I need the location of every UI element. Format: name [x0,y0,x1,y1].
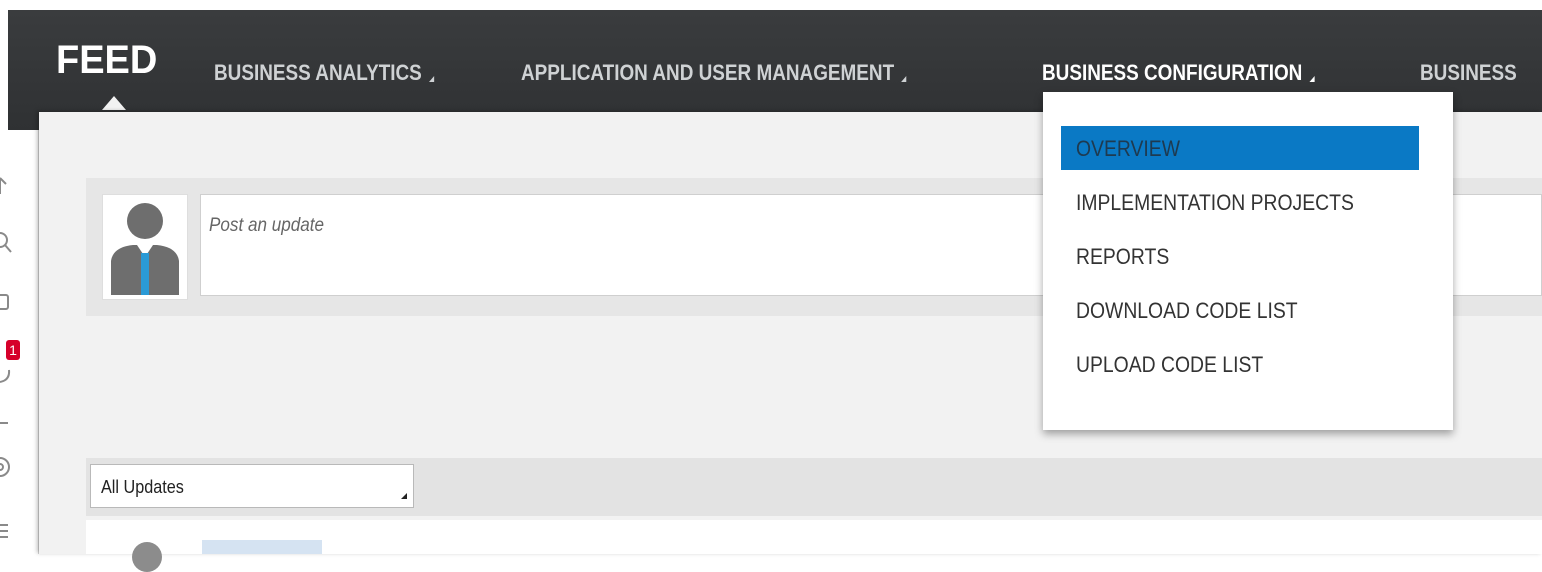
nav-feed[interactable]: FEED [56,38,157,83]
dash-icon [0,412,22,434]
menu-item-label: OVERVIEW [1076,136,1181,161]
nav-application-user-management[interactable]: APPLICATION AND USER MANAGEMENT [521,60,907,86]
feed-item-avatar-icon [132,542,162,572]
nav-business-analytics[interactable]: BUSINESS ANALYTICS [214,60,434,86]
nav-business-configuration[interactable]: BUSINESS CONFIGURATION [1042,60,1315,86]
feed-item-author-link[interactable] [202,540,342,554]
nav-label: APPLICATION AND USER MANAGEMENT [521,60,895,85]
settings-icon[interactable] [0,456,22,478]
notification-badge: 1 [6,340,20,360]
nav-label: BUSINESS CONFIGURATION [1042,60,1303,85]
updates-filter-select[interactable]: All Updates [90,464,414,508]
menu-icon[interactable] [0,520,22,542]
menu-item-download-code-list[interactable]: DOWNLOAD CODE LIST [1061,288,1419,332]
dropdown-triangle-icon [901,76,907,82]
menu-item-reports[interactable]: REPORTS [1061,234,1419,278]
menu-item-label: REPORTS [1076,244,1170,269]
user-avatar-icon [102,194,188,300]
dropdown-triangle-icon [428,76,434,82]
filter-selected-value: All Updates [101,477,184,497]
menu-item-label: IMPLEMENTATION PROJECTS [1076,190,1354,215]
menu-item-upload-code-list[interactable]: UPLOAD CODE LIST [1061,342,1419,386]
menu-item-label: UPLOAD CODE LIST [1076,352,1264,377]
square-icon[interactable] [0,292,22,314]
nav-business-more[interactable]: BUSINESS [1420,60,1517,86]
search-icon[interactable] [0,232,22,254]
menu-item-implementation-projects[interactable]: IMPLEMENTATION PROJECTS [1061,180,1419,224]
business-configuration-menu: OVERVIEW IMPLEMENTATION PROJECTS REPORTS… [1043,92,1453,430]
feed-active-caret-icon [102,96,126,110]
post-placeholder: Post an update [209,215,325,236]
arrow-up-icon[interactable] [0,174,22,196]
nav-label: BUSINESS ANALYTICS [214,60,422,85]
menu-item-label: DOWNLOAD CODE LIST [1076,298,1298,323]
dropdown-triangle-icon [1309,76,1315,82]
select-triangle-icon [401,493,407,499]
chat-icon[interactable] [0,362,22,384]
nav-label: BUSINESS [1420,60,1517,85]
menu-item-overview[interactable]: OVERVIEW [1061,126,1419,170]
